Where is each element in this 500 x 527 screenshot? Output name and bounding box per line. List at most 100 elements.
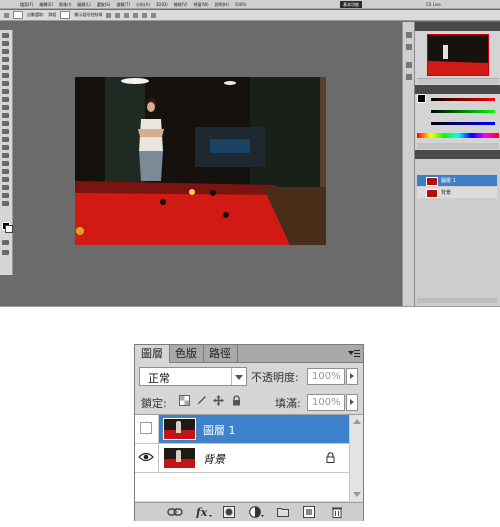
mask-icon[interactable]: [223, 506, 235, 518]
align-icon[interactable]: [124, 12, 130, 18]
menu-file[interactable]: 檔案(F): [20, 0, 33, 9]
panel-menu-icon[interactable]: [348, 349, 360, 358]
color-spectrum[interactable]: [417, 133, 499, 138]
layer-row-mini[interactable]: 圖層 1: [417, 175, 497, 186]
layer-row-layer1[interactable]: 圖層 1: [135, 415, 349, 444]
navigator-tabs: [415, 22, 500, 31]
history-brush-tool-icon[interactable]: [2, 105, 9, 110]
color-panel: [417, 94, 499, 132]
menu-filter[interactable]: 濾鏡(T): [116, 0, 130, 9]
fill-slider-button[interactable]: [346, 394, 358, 411]
tab-layers[interactable]: 圖層: [135, 345, 170, 363]
background-color-swatch[interactable]: [5, 225, 13, 233]
menu-window[interactable]: 視窗(W): [194, 0, 209, 9]
path-select-tool-icon[interactable]: [2, 161, 9, 166]
menu-view[interactable]: 檢視(V): [174, 0, 188, 9]
stamp-tool-icon[interactable]: [2, 97, 9, 102]
layer-row-mini[interactable]: 背景: [417, 187, 497, 198]
visibility-toggle[interactable]: [135, 415, 159, 443]
blue-slider[interactable]: [431, 122, 495, 125]
lock-all-icon[interactable]: [231, 395, 242, 406]
screen-mode-icon[interactable]: [2, 250, 9, 255]
trash-icon[interactable]: [331, 506, 343, 518]
layer-row-background[interactable]: 背景: [135, 444, 349, 473]
document-canvas[interactable]: [75, 77, 326, 245]
show-transform-checkbox[interactable]: [60, 11, 71, 19]
shape-tool-icon[interactable]: [2, 169, 9, 174]
dodge-tool-icon[interactable]: [2, 137, 9, 142]
distribute-icon[interactable]: [151, 12, 157, 18]
panel-tab-bar: 圖層 色版 路徑: [135, 345, 363, 363]
opacity-input[interactable]: 100%: [307, 368, 345, 385]
healing-tool-icon[interactable]: [2, 81, 9, 86]
lock-pixels-brush-icon[interactable]: [196, 395, 207, 406]
blend-mode-select[interactable]: 正常: [139, 367, 247, 386]
link-icon[interactable]: [167, 506, 183, 518]
distribute-icon[interactable]: [142, 12, 148, 18]
marquee-tool-icon[interactable]: [2, 41, 9, 46]
crop-tool-icon[interactable]: [2, 65, 9, 70]
menu-3d[interactable]: 3D(D): [156, 0, 168, 9]
blur-tool-icon[interactable]: [2, 129, 9, 134]
quick-mask-icon[interactable]: [2, 240, 9, 245]
menu-select[interactable]: 選取(S): [97, 0, 111, 9]
navigator-thumbnail[interactable]: [427, 34, 489, 76]
brush-tool-icon[interactable]: [2, 89, 9, 94]
visibility-toggle[interactable]: [135, 444, 159, 472]
new-layer-icon[interactable]: [303, 506, 315, 518]
move-tool-icon[interactable]: [4, 12, 9, 18]
workspace-essentials-button[interactable]: 基本功能: [340, 1, 362, 8]
fill-input[interactable]: 100%: [307, 394, 345, 411]
3d-rotate-tool-icon[interactable]: [2, 177, 9, 182]
adjustment-icon[interactable]: [249, 506, 265, 518]
type-tool-icon[interactable]: [2, 153, 9, 158]
layer-name-mini: 圖層 1: [441, 178, 456, 184]
hand-tool-icon[interactable]: [2, 193, 9, 198]
menu-image[interactable]: 影像(I): [59, 0, 71, 9]
eraser-tool-icon[interactable]: [2, 113, 9, 118]
align-icon[interactable]: [115, 12, 121, 18]
menu-edit[interactable]: 編輯(E): [39, 0, 53, 9]
layer-name[interactable]: 背景: [203, 451, 225, 467]
lock-position-move-icon[interactable]: [213, 395, 224, 406]
navigator-preview: [428, 35, 488, 75]
navigator-zoom-slider[interactable]: [417, 78, 499, 84]
gradient-tool-icon[interactable]: [2, 121, 9, 126]
zoom-tool-icon[interactable]: [2, 201, 9, 206]
vertical-scrollbar[interactable]: [349, 415, 363, 501]
menu-help[interactable]: 說明(H): [215, 0, 229, 9]
layers-footer: fx: [135, 502, 363, 521]
quick-select-tool-icon[interactable]: [2, 57, 9, 62]
lasso-tool-icon[interactable]: [2, 49, 9, 54]
color-panel-swatch[interactable]: [417, 94, 426, 103]
zoom-level[interactable]: 100%: [235, 0, 246, 9]
layer-name[interactable]: 圖層 1: [203, 422, 236, 438]
move-tool-icon[interactable]: [2, 33, 9, 38]
menu-layer[interactable]: 圖層(L): [77, 0, 90, 9]
paragraph-icon[interactable]: [406, 74, 412, 80]
lock-transparent-icon[interactable]: [179, 395, 190, 406]
tab-paths[interactable]: 路徑: [203, 345, 238, 362]
align-icon[interactable]: [106, 12, 112, 18]
tab-channels[interactable]: 色版: [169, 345, 204, 362]
pen-tool-icon[interactable]: [2, 145, 9, 150]
red-slider[interactable]: [431, 98, 495, 101]
green-slider[interactable]: [431, 110, 495, 113]
history-icon[interactable]: [406, 32, 412, 38]
auto-select-dropdown[interactable]: 群組: [48, 12, 56, 18]
cs-live-button[interactable]: CS Live: [426, 1, 441, 8]
3d-camera-tool-icon[interactable]: [2, 185, 9, 190]
eyedropper-tool-icon[interactable]: [2, 73, 9, 78]
menu-analysis[interactable]: 分析(A): [136, 0, 150, 9]
opacity-slider-button[interactable]: [346, 368, 358, 385]
fx-icon[interactable]: fx: [195, 506, 213, 518]
distribute-icon[interactable]: [133, 12, 139, 18]
scroll-up-icon[interactable]: [353, 419, 361, 424]
scroll-down-icon[interactable]: [353, 492, 361, 497]
character-icon[interactable]: [406, 62, 412, 68]
actions-icon[interactable]: [406, 44, 412, 50]
group-folder-icon[interactable]: [277, 506, 289, 518]
layer-list: 圖層 1 背景: [135, 415, 363, 501]
layer-thumbnail: [163, 447, 196, 469]
auto-select-checkbox[interactable]: [13, 11, 23, 19]
